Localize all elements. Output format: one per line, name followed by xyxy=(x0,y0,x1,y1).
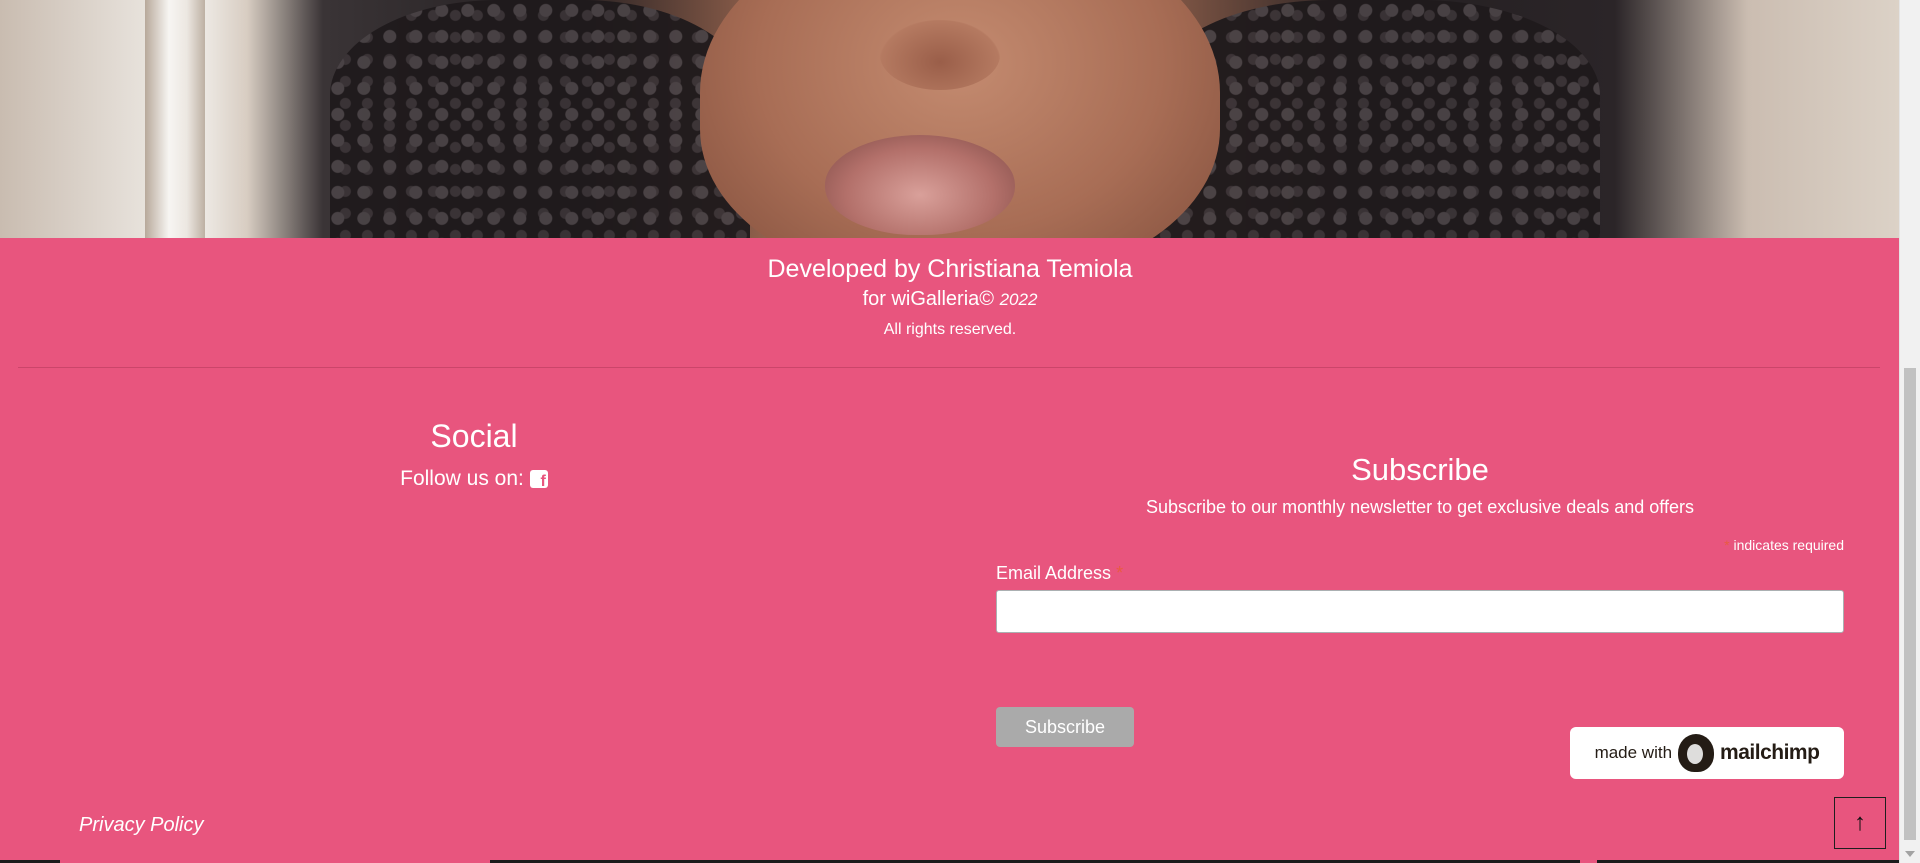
arrow-up-icon: ↑ xyxy=(1854,809,1866,836)
subscribe-section: Subscribe Subscribe to our monthly newsl… xyxy=(996,450,1844,633)
mailchimp-brand: mailchimp xyxy=(1720,741,1820,764)
footer-divider xyxy=(18,367,1880,368)
developer-credit: Developed by Christiana Temiola xyxy=(767,255,1133,283)
email-field[interactable] xyxy=(996,590,1844,633)
page-scrollbar[interactable] xyxy=(1899,0,1920,863)
email-label: Email Address * xyxy=(996,563,1844,584)
mailchimp-logo-icon xyxy=(1678,734,1715,772)
brand-credit: for wiGalleria© 2022 xyxy=(0,286,1900,313)
required-note-text: indicates required xyxy=(1733,537,1844,553)
mailchimp-badge[interactable]: made with mailchimp xyxy=(1570,727,1844,779)
rights-notice: All rights reserved. xyxy=(883,321,1017,338)
follow-label: Follow us on: xyxy=(400,467,524,490)
subscribe-title: Subscribe xyxy=(1351,452,1489,487)
hero-nose xyxy=(880,20,1000,90)
scroll-down-arrow-icon[interactable] xyxy=(1905,851,1915,857)
email-label-text: Email Address xyxy=(996,563,1112,583)
social-title: Social xyxy=(430,418,518,454)
hero-lips xyxy=(825,135,1015,235)
footer-credits: Developed by Christiana Temiola for wiGa… xyxy=(0,252,1900,341)
back-to-top-button[interactable]: ↑ xyxy=(1834,797,1886,849)
subscribe-description: Subscribe to our monthly newsletter to g… xyxy=(1146,497,1694,517)
scrollbar-thumb[interactable] xyxy=(1904,368,1916,840)
privacy-policy-link[interactable]: Privacy Policy xyxy=(79,814,203,837)
hero-image xyxy=(0,0,1900,238)
copyright-year: 2022 xyxy=(999,290,1038,309)
required-asterisk: * xyxy=(1724,537,1730,553)
made-with-label: made with xyxy=(1594,743,1673,762)
follow-us: Follow us on: xyxy=(400,464,548,494)
social-section: Social Follow us on: xyxy=(0,414,948,494)
facebook-square-icon[interactable] xyxy=(529,470,548,491)
hero-window-frame xyxy=(145,0,205,238)
subscribe-button[interactable]: Subscribe xyxy=(996,707,1134,747)
email-required-asterisk: * xyxy=(1116,563,1124,583)
required-note: * indicates required xyxy=(996,537,1844,553)
brand-name: for wiGalleria© xyxy=(862,288,995,310)
hero-hair-left xyxy=(330,0,750,238)
